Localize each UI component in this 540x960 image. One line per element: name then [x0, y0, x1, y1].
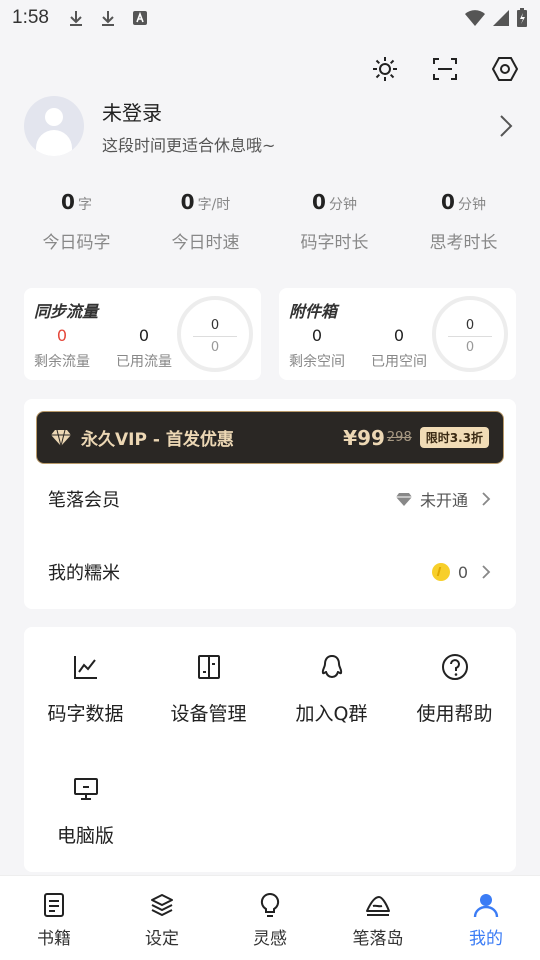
- chevron-right-icon: [482, 565, 491, 579]
- tab-settings[interactable]: 设定: [108, 876, 216, 960]
- status-time: 1:58: [12, 7, 49, 28]
- battery-icon: [517, 8, 527, 27]
- person-icon: [473, 894, 499, 918]
- text-app-icon: [132, 11, 147, 25]
- stat-today-speed: 0 字/时 今日时速: [171, 190, 240, 253]
- diamond-icon: [51, 429, 71, 446]
- tab-island[interactable]: 笔落岛: [324, 876, 432, 960]
- bulb-icon: [260, 892, 280, 917]
- sync-ring: 00: [177, 296, 253, 372]
- profile-hint: 这段时间更适合休息哦~: [102, 135, 276, 155]
- tool-desktop-version[interactable]: 电脑版: [24, 775, 147, 848]
- avatar[interactable]: [24, 96, 84, 156]
- stat-today-words: 0字 今日码字: [42, 190, 111, 253]
- vip-price: ¥99: [343, 425, 385, 450]
- attachment-used-value: 0: [393, 326, 405, 345]
- tool-join-qq-group[interactable]: 加入Q群: [270, 653, 393, 726]
- desktop-icon: [73, 778, 98, 800]
- sync-traffic-card[interactable]: 同步流量 0 剩余流量 0 已用流量 00: [24, 288, 261, 380]
- tool-help[interactable]: 使用帮助: [393, 653, 516, 726]
- stat-writing-time: 0 分钟 码字时长: [300, 190, 369, 253]
- tab-mine[interactable]: 我的: [432, 876, 540, 960]
- chevron-right-icon: [482, 492, 491, 506]
- membership-card: 永久VIP - 首发优惠 ¥99 298 限时3.3折 笔落会员 未开通 我的糯…: [24, 399, 516, 609]
- bottom-tab-bar: 书籍 设定 灵感 笔落岛 我的: [0, 876, 540, 960]
- island-icon: [366, 896, 390, 916]
- rice-label: 我的糯米: [48, 563, 120, 584]
- coin-icon: [431, 563, 450, 581]
- scan-icon[interactable]: [432, 56, 458, 82]
- attachment-box-card[interactable]: 附件箱 0 剩余空间 0 已用空间 00: [279, 288, 516, 380]
- sync-used-value: 0: [138, 326, 150, 345]
- vip-old-price: 298: [386, 430, 412, 445]
- status-bar: 1:58: [0, 0, 540, 36]
- chart-icon: [73, 656, 97, 679]
- membership-status: 未开通: [419, 491, 468, 510]
- membership-label: 笔落会员: [48, 490, 120, 511]
- tab-books[interactable]: 书籍: [0, 876, 108, 960]
- membership-row[interactable]: 笔落会员 未开通: [24, 469, 516, 529]
- tool-writing-data[interactable]: 码字数据: [24, 653, 147, 726]
- vip-banner[interactable]: 永久VIP - 首发优惠 ¥99 298 限时3.3折: [36, 411, 504, 464]
- download-icon: [101, 11, 114, 26]
- attachment-ring: 00: [432, 296, 508, 372]
- attachment-remaining-value: 0: [311, 326, 323, 345]
- layers-icon: [151, 894, 173, 916]
- writing-stats: 0字 今日码字 0 字/时 今日时速 0 分钟 码字时长 0 分钟 思考时长: [12, 190, 528, 253]
- settings-icon[interactable]: [492, 56, 518, 82]
- rice-value: 0: [457, 562, 468, 582]
- signal-icon: [493, 10, 509, 26]
- chevron-right-icon[interactable]: [496, 113, 516, 139]
- tools-grid: 码字数据 设备管理 加入Q群 使用帮助 电脑版: [24, 627, 516, 872]
- sync-remaining-value: 0: [56, 326, 68, 345]
- quota-cards: 同步流量 0 剩余流量 0 已用流量 00 附件箱 0 剩余空间 0 已用空间 00: [24, 288, 516, 380]
- diamond-icon: [395, 493, 412, 506]
- brightness-icon[interactable]: [372, 56, 398, 82]
- download-icon: [69, 11, 82, 26]
- help-icon: [441, 654, 468, 680]
- wifi-icon: [465, 10, 485, 26]
- tool-device-management[interactable]: 设备管理: [147, 653, 270, 726]
- rice-row[interactable]: 我的糯米 0: [24, 542, 516, 602]
- book-icon: [44, 893, 64, 917]
- tab-inspiration[interactable]: 灵感: [216, 876, 324, 960]
- qq-icon: [321, 654, 342, 679]
- profile-header[interactable]: 未登录 这段时间更适合休息哦~: [24, 96, 516, 156]
- vip-discount-badge: 限时3.3折: [419, 427, 489, 448]
- stat-thinking-time: 0 分钟 思考时长: [429, 190, 498, 253]
- vip-title: 永久VIP - 首发优惠: [81, 430, 234, 450]
- devices-icon: [197, 655, 220, 679]
- username: 未登录: [102, 100, 162, 125]
- top-actions: [372, 56, 518, 82]
